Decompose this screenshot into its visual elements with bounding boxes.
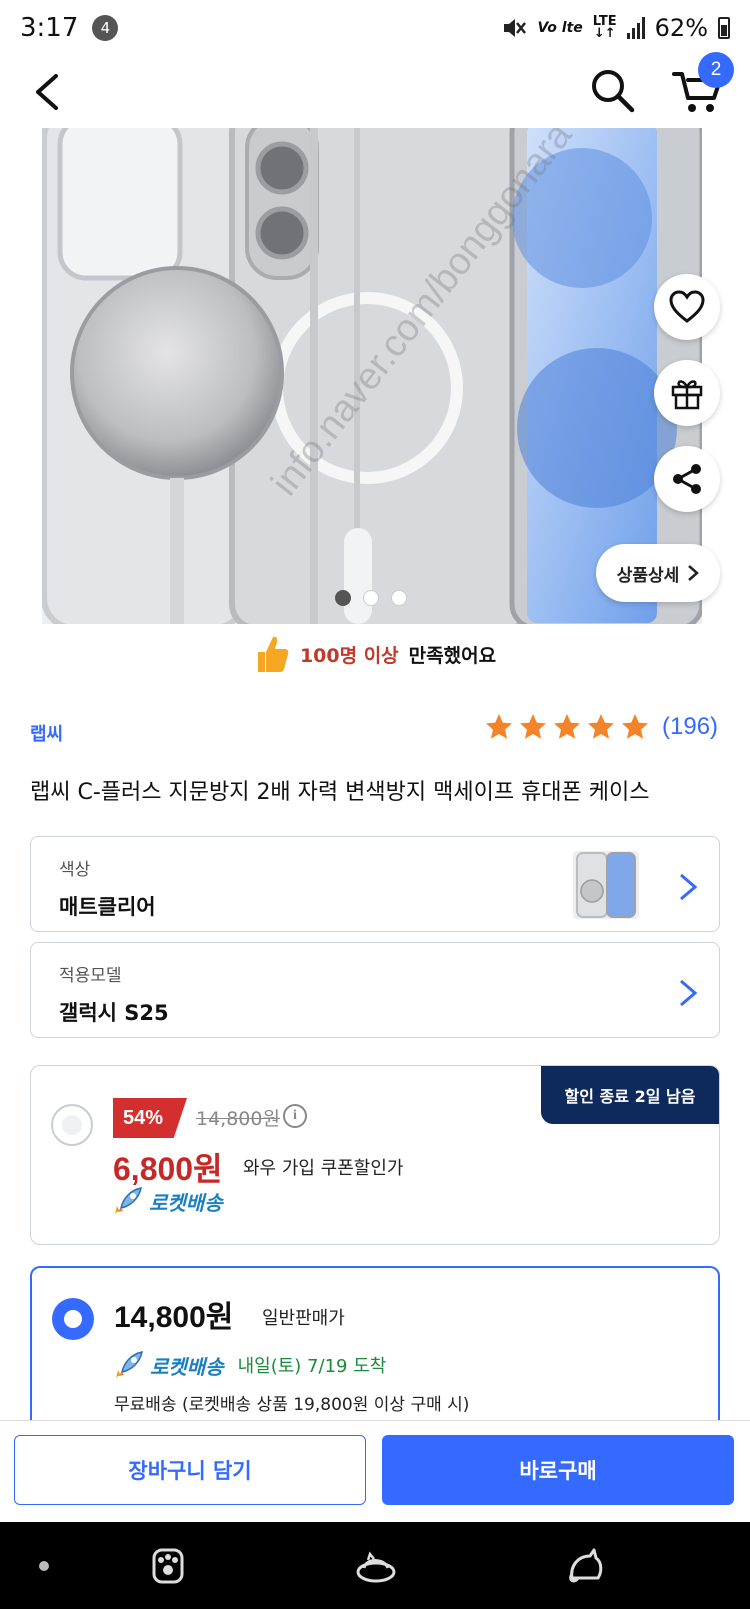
notification-count-badge: 4 xyxy=(92,15,119,41)
price-option-coupon[interactable]: 할인 종료 2일 남음 54% 14,800원 i 6,800원 와우 가입 쿠… xyxy=(30,1065,720,1245)
back-arrow-icon[interactable] xyxy=(28,68,68,116)
coupon-price-label: 와우 가입 쿠폰할인가 xyxy=(243,1158,404,1179)
cat-back-icon[interactable] xyxy=(564,1544,608,1588)
chevron-right-icon xyxy=(680,873,698,901)
discount-badge: 54% xyxy=(113,1098,187,1138)
star-icon xyxy=(554,714,580,739)
search-icon[interactable] xyxy=(588,66,636,114)
regular-price: 14,800원 xyxy=(114,1301,234,1334)
battery-icon xyxy=(718,17,730,39)
signal-icon xyxy=(626,17,645,39)
discount-end-tag: 할인 종료 2일 남음 xyxy=(541,1066,719,1124)
option-label: 적용모델 xyxy=(59,966,122,986)
system-navigation-bar xyxy=(0,1522,750,1609)
review-count[interactable]: (196) xyxy=(662,713,718,741)
lte-label: LTE xyxy=(592,14,617,29)
option-thumbnail xyxy=(573,851,639,919)
delivery-eta: 내일(토) 7/19 도착 xyxy=(237,1356,387,1377)
add-to-cart-button[interactable]: 장바구니 담기 xyxy=(14,1435,366,1505)
wishlist-button[interactable] xyxy=(654,274,720,340)
nav-dot-icon[interactable] xyxy=(22,1544,66,1588)
option-label: 색상 xyxy=(59,860,91,880)
bottom-action-bar: 장바구니 담기 바로구매 xyxy=(0,1420,750,1522)
info-icon[interactable]: i xyxy=(283,1104,307,1128)
option-color[interactable]: 색상 매트클리어 xyxy=(30,836,720,932)
rating-stars xyxy=(484,712,650,742)
satisfaction-banner: 100명 이상 만족했어요 xyxy=(0,632,750,676)
gift-button[interactable] xyxy=(654,360,720,426)
top-header: 2 xyxy=(0,52,750,128)
thumbs-up-icon xyxy=(257,636,289,672)
sale-price: 6,800원 xyxy=(113,1151,223,1187)
status-time: 3:17 xyxy=(20,13,79,43)
lte-indicator: LTE ↓↑ xyxy=(592,14,617,41)
option-value: 갤럭시 S25 xyxy=(59,1001,169,1025)
regular-price-label: 일반판매가 xyxy=(262,1308,345,1329)
share-icon xyxy=(673,464,701,494)
chevron-right-icon xyxy=(680,979,698,1007)
price-option-radio-selected[interactable] xyxy=(52,1298,94,1340)
cart-count-badge: 2 xyxy=(698,52,734,88)
rocket-delivery: 로켓배송 내일(토) 7/19 도착 xyxy=(114,1350,386,1380)
brand-link[interactable]: 랩씨 xyxy=(30,720,63,746)
product-image-carousel[interactable]: info.naver.com/bonggonara xyxy=(42,128,702,624)
carousel-dot[interactable] xyxy=(363,590,379,606)
paw-icon[interactable] xyxy=(146,1544,190,1588)
option-model[interactable]: 적용모델 갤럭시 S25 xyxy=(30,942,720,1038)
status-icons: Vo lte LTE ↓↑ 62% xyxy=(501,14,730,42)
price-option-radio[interactable] xyxy=(51,1104,93,1146)
star-icon xyxy=(622,714,648,739)
share-button[interactable] xyxy=(654,446,720,512)
satisfaction-count: 100명 이상 xyxy=(299,644,399,667)
volte-indicator: Vo lte xyxy=(537,20,583,36)
star-icon xyxy=(520,714,546,739)
product-detail-label: 상품상세 xyxy=(616,565,680,586)
star-icon xyxy=(486,714,512,739)
carousel-pagination xyxy=(335,590,407,606)
buy-now-button[interactable]: 바로구매 xyxy=(382,1435,734,1505)
heart-icon xyxy=(669,290,705,323)
option-value: 매트클리어 xyxy=(59,895,156,919)
carousel-dot[interactable] xyxy=(391,590,407,606)
rocket-delivery-label: 로켓배송 xyxy=(150,1354,224,1379)
status-bar: 3:17 4 Vo lte LTE ↓↑ 62% xyxy=(0,0,750,56)
original-price: 14,800원 xyxy=(196,1108,280,1130)
rocket-delivery-label: 로켓배송 xyxy=(149,1190,223,1215)
free-shipping-note: 무료배송 (로켓배송 상품 19,800원 이상 구매 시) xyxy=(114,1395,470,1415)
mute-icon xyxy=(504,19,527,37)
satisfaction-text: 만족했어요 xyxy=(408,644,497,667)
cat-bed-icon[interactable] xyxy=(354,1544,398,1588)
chevron-right-icon xyxy=(688,565,700,581)
gift-icon xyxy=(671,380,703,410)
star-icon xyxy=(588,714,614,739)
rocket-icon xyxy=(116,1351,143,1378)
battery-percent: 62% xyxy=(654,14,708,42)
carousel-dot[interactable] xyxy=(335,590,351,606)
rating[interactable]: (196) xyxy=(484,712,718,742)
product-detail-button[interactable]: 상품상세 xyxy=(596,544,720,602)
rocket-delivery: 로켓배송 xyxy=(113,1186,223,1216)
product-title: 랩씨 C-플러스 지문방지 2배 자력 변색방지 맥세이프 휴대폰 케이스 xyxy=(30,780,650,805)
rocket-icon xyxy=(115,1187,142,1214)
price-option-regular[interactable]: 14,800원 일반판매가 로켓배송 내일(토) 7/19 도착 무료배송 (로… xyxy=(30,1266,720,1436)
